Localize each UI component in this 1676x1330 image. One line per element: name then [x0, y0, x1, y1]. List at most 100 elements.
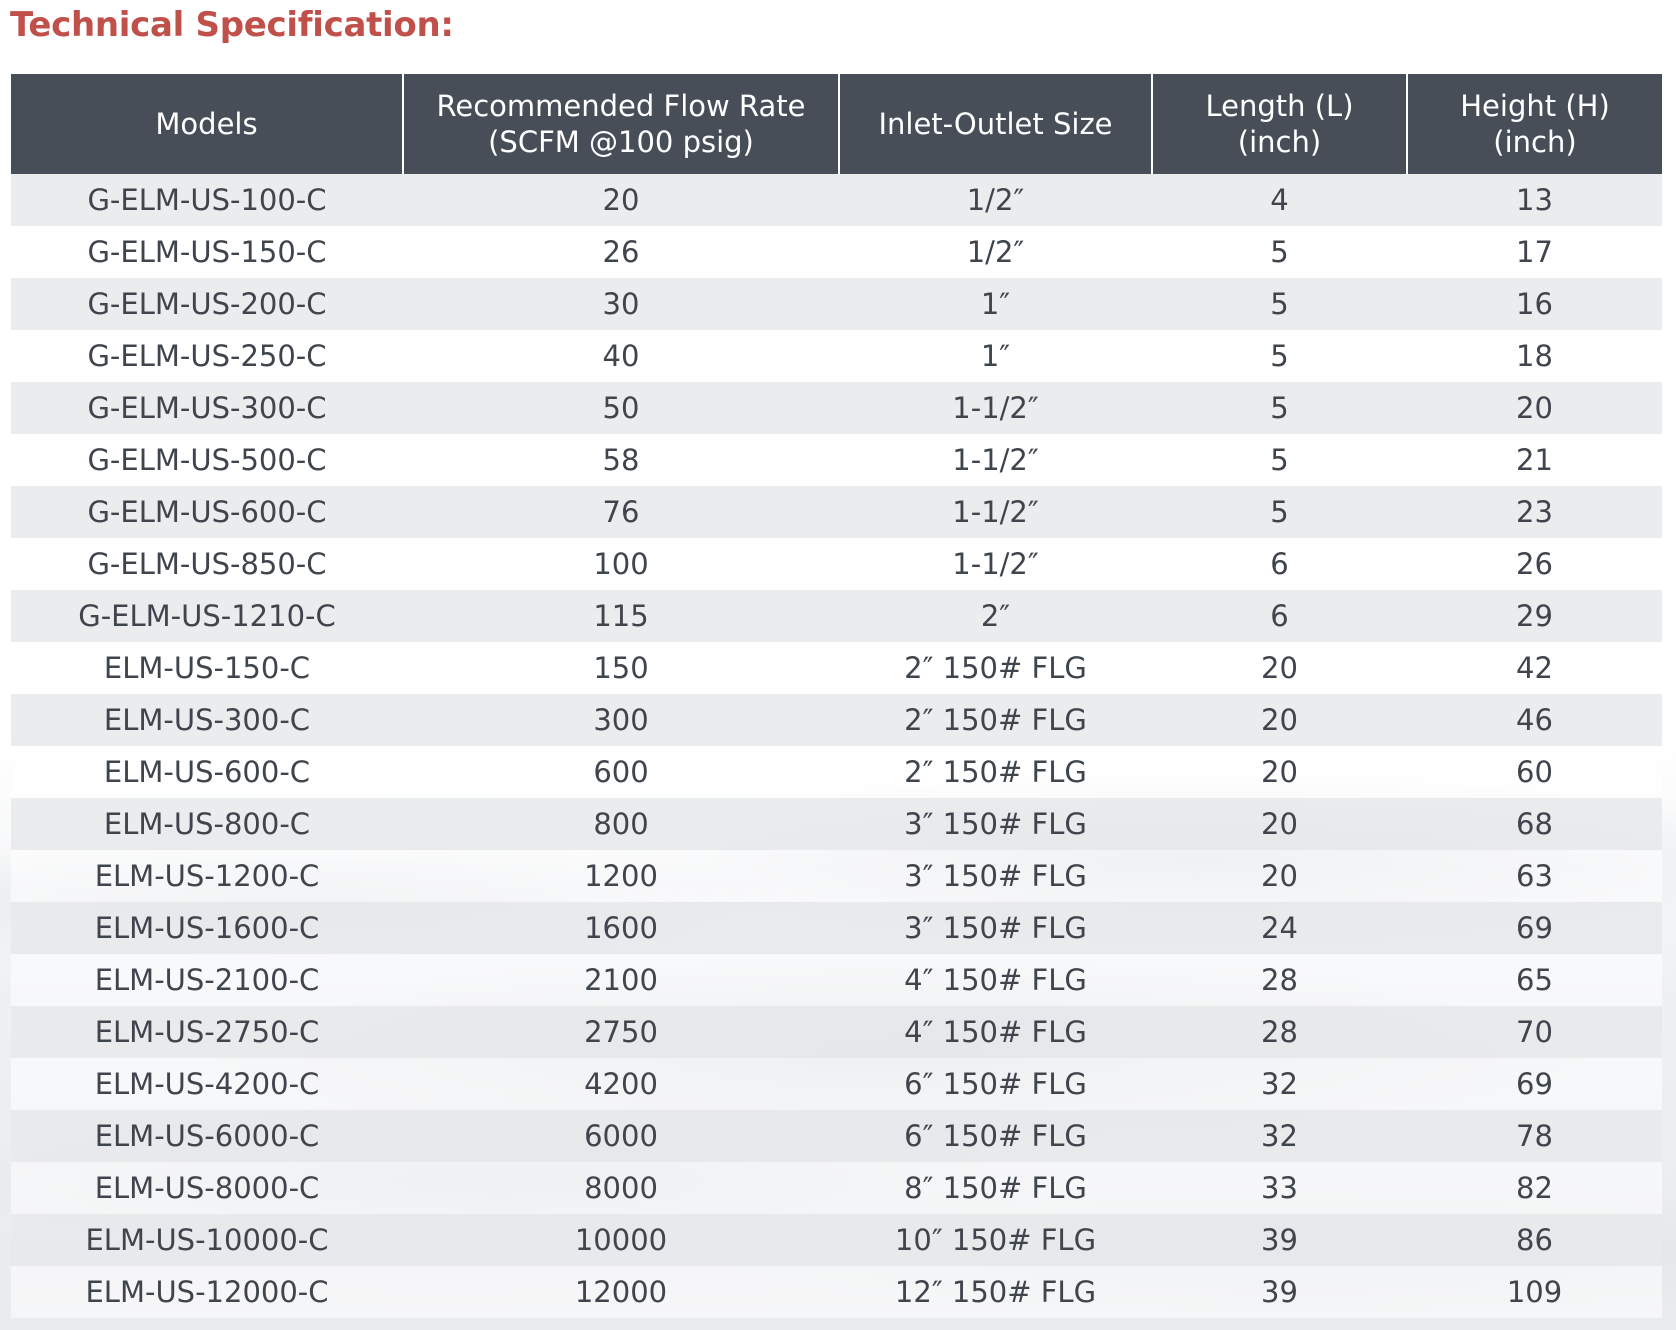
cell-flow-rate: 8000	[403, 1162, 839, 1214]
cell-model: ELM-US-12000-C	[11, 1266, 403, 1318]
table-row: G-ELM-US-1210-C 115 2″ 6 29	[11, 590, 1662, 642]
cell-model: ELM-US-1200-C	[11, 850, 403, 902]
cell-length: 32	[1152, 1058, 1407, 1110]
table-row: ELM-US-1600-C 1600 3″ 150# FLG 24 69	[11, 902, 1662, 954]
cell-height: 69	[1407, 902, 1662, 954]
cell-height: 65	[1407, 954, 1662, 1006]
cell-flow-rate: 4200	[403, 1058, 839, 1110]
header-row: Models Recommended Flow Rate (SCFM @100 p…	[11, 74, 1662, 174]
cell-height: 17	[1407, 226, 1662, 278]
spec-table: Models Recommended Flow Rate (SCFM @100 p…	[11, 74, 1662, 1318]
cell-model: ELM-US-150-C	[11, 642, 403, 694]
cell-flow-rate: 50	[403, 382, 839, 434]
cell-height: 16	[1407, 278, 1662, 330]
table-row: G-ELM-US-300-C 50 1-1/2″ 5 20	[11, 382, 1662, 434]
header-inlet-outlet-line: Inlet-Outlet Size	[878, 107, 1113, 141]
cell-height: 21	[1407, 434, 1662, 486]
cell-flow-rate: 2750	[403, 1006, 839, 1058]
cell-length: 20	[1152, 798, 1407, 850]
table-row: ELM-US-300-C 300 2″ 150# FLG 20 46	[11, 694, 1662, 746]
cell-flow-rate: 115	[403, 590, 839, 642]
cell-height: 82	[1407, 1162, 1662, 1214]
cell-model: ELM-US-10000-C	[11, 1214, 403, 1266]
cell-model: ELM-US-4200-C	[11, 1058, 403, 1110]
cell-height: 109	[1407, 1266, 1662, 1318]
cell-inlet-outlet: 2″	[839, 590, 1152, 642]
cell-length: 5	[1152, 486, 1407, 538]
cell-flow-rate: 150	[403, 642, 839, 694]
cell-height: 46	[1407, 694, 1662, 746]
cell-length: 4	[1152, 174, 1407, 226]
header-flow-rate-line2: (SCFM @100 psig)	[488, 125, 754, 159]
table-row: G-ELM-US-100-C 20 1/2″ 4 13	[11, 174, 1662, 226]
cell-inlet-outlet: 1-1/2″	[839, 434, 1152, 486]
cell-length: 5	[1152, 330, 1407, 382]
cell-length: 39	[1152, 1214, 1407, 1266]
cell-inlet-outlet: 3″ 150# FLG	[839, 902, 1152, 954]
cell-length: 33	[1152, 1162, 1407, 1214]
spec-table-body: G-ELM-US-100-C 20 1/2″ 4 13 G-ELM-US-150-C 26 1…	[11, 174, 1662, 1318]
table-row: G-ELM-US-150-C 26 1/2″ 5 17	[11, 226, 1662, 278]
header-flow-rate: Recommended Flow Rate (SCFM @100 psig)	[402, 74, 839, 174]
cell-model: G-ELM-US-100-C	[11, 174, 403, 226]
cell-inlet-outlet: 4″ 150# FLG	[839, 1006, 1152, 1058]
table-row: G-ELM-US-200-C 30 1″ 5 16	[11, 278, 1662, 330]
cell-flow-rate: 10000	[403, 1214, 839, 1266]
cell-model: G-ELM-US-1210-C	[11, 590, 403, 642]
cell-model: ELM-US-6000-C	[11, 1110, 403, 1162]
cell-length: 5	[1152, 278, 1407, 330]
cell-inlet-outlet: 1/2″	[839, 226, 1152, 278]
table-row: ELM-US-12000-C 12000 12″ 150# FLG 39 109	[11, 1266, 1662, 1318]
table-row: G-ELM-US-600-C 76 1-1/2″ 5 23	[11, 486, 1662, 538]
cell-flow-rate: 12000	[403, 1266, 839, 1318]
cell-model: ELM-US-1600-C	[11, 902, 403, 954]
cell-inlet-outlet: 3″ 150# FLG	[839, 798, 1152, 850]
cell-model: ELM-US-600-C	[11, 746, 403, 798]
cell-model: G-ELM-US-600-C	[11, 486, 403, 538]
cell-length: 28	[1152, 954, 1407, 1006]
cell-height: 68	[1407, 798, 1662, 850]
cell-model: G-ELM-US-250-C	[11, 330, 403, 382]
header-height-line1: Height (H)	[1460, 89, 1610, 123]
cell-length: 6	[1152, 590, 1407, 642]
cell-length: 20	[1152, 694, 1407, 746]
table-row: ELM-US-800-C 800 3″ 150# FLG 20 68	[11, 798, 1662, 850]
cell-inlet-outlet: 8″ 150# FLG	[839, 1162, 1152, 1214]
cell-inlet-outlet: 2″ 150# FLG	[839, 746, 1152, 798]
cell-flow-rate: 300	[403, 694, 839, 746]
cell-flow-rate: 600	[403, 746, 839, 798]
cell-inlet-outlet: 10″ 150# FLG	[839, 1214, 1152, 1266]
table-row: ELM-US-10000-C 10000 10″ 150# FLG 39 86	[11, 1214, 1662, 1266]
cell-length: 28	[1152, 1006, 1407, 1058]
cell-length: 20	[1152, 642, 1407, 694]
cell-inlet-outlet: 6″ 150# FLG	[839, 1110, 1152, 1162]
cell-flow-rate: 58	[403, 434, 839, 486]
cell-flow-rate: 76	[403, 486, 839, 538]
cell-height: 86	[1407, 1214, 1662, 1266]
table-row: ELM-US-8000-C 8000 8″ 150# FLG 33 82	[11, 1162, 1662, 1214]
table-row: ELM-US-1200-C 1200 3″ 150# FLG 20 63	[11, 850, 1662, 902]
cell-inlet-outlet: 2″ 150# FLG	[839, 694, 1152, 746]
cell-length: 20	[1152, 850, 1407, 902]
cell-flow-rate: 26	[403, 226, 839, 278]
cell-model: ELM-US-300-C	[11, 694, 403, 746]
table-row: G-ELM-US-250-C 40 1″ 5 18	[11, 330, 1662, 382]
cell-inlet-outlet: 1-1/2″	[839, 538, 1152, 590]
cell-length: 32	[1152, 1110, 1407, 1162]
cell-height: 42	[1407, 642, 1662, 694]
cell-length: 5	[1152, 434, 1407, 486]
cell-height: 63	[1407, 850, 1662, 902]
cell-length: 39	[1152, 1266, 1407, 1318]
cell-flow-rate: 40	[403, 330, 839, 382]
cell-model: ELM-US-800-C	[11, 798, 403, 850]
cell-inlet-outlet: 3″ 150# FLG	[839, 850, 1152, 902]
cell-model: G-ELM-US-150-C	[11, 226, 403, 278]
cell-height: 29	[1407, 590, 1662, 642]
cell-length: 5	[1152, 382, 1407, 434]
cell-flow-rate: 100	[403, 538, 839, 590]
cell-inlet-outlet: 4″ 150# FLG	[839, 954, 1152, 1006]
header-height: Height (H) (inch)	[1406, 74, 1662, 174]
cell-model: G-ELM-US-850-C	[11, 538, 403, 590]
table-row: ELM-US-600-C 600 2″ 150# FLG 20 60	[11, 746, 1662, 798]
cell-length: 20	[1152, 746, 1407, 798]
